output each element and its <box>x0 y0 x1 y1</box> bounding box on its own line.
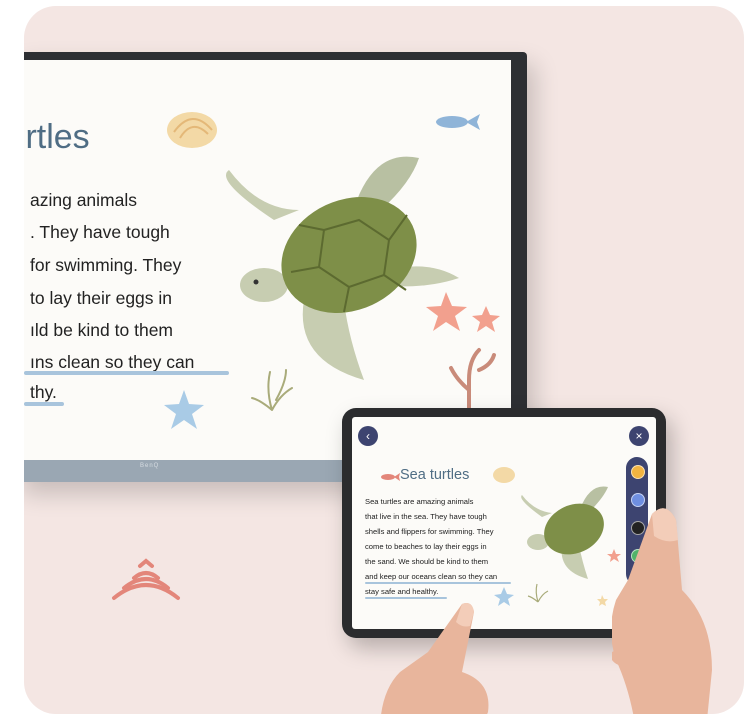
coral-icon <box>449 348 496 412</box>
brand-logo: BenQ <box>140 463 160 469</box>
wireless-icon <box>112 558 180 600</box>
shell-icon <box>493 467 515 483</box>
display-screen: ırtles azing animals . They have tough f… <box>24 60 511 460</box>
turtle-illustration <box>521 486 608 579</box>
pointing-hand <box>381 603 489 714</box>
turtle-illustration <box>226 156 459 380</box>
hero-scene: ırtles azing animals . They have tough f… <box>24 6 744 714</box>
holding-hand <box>612 508 712 714</box>
fish-icon <box>436 114 480 130</box>
starfish-icon <box>494 549 621 606</box>
seaweed-icon <box>527 583 549 603</box>
seaweed-icon <box>251 369 293 411</box>
starfish-icon <box>426 292 500 332</box>
starfish-icon <box>164 390 204 429</box>
shell-icon <box>167 112 217 148</box>
display-illustration <box>164 112 500 429</box>
